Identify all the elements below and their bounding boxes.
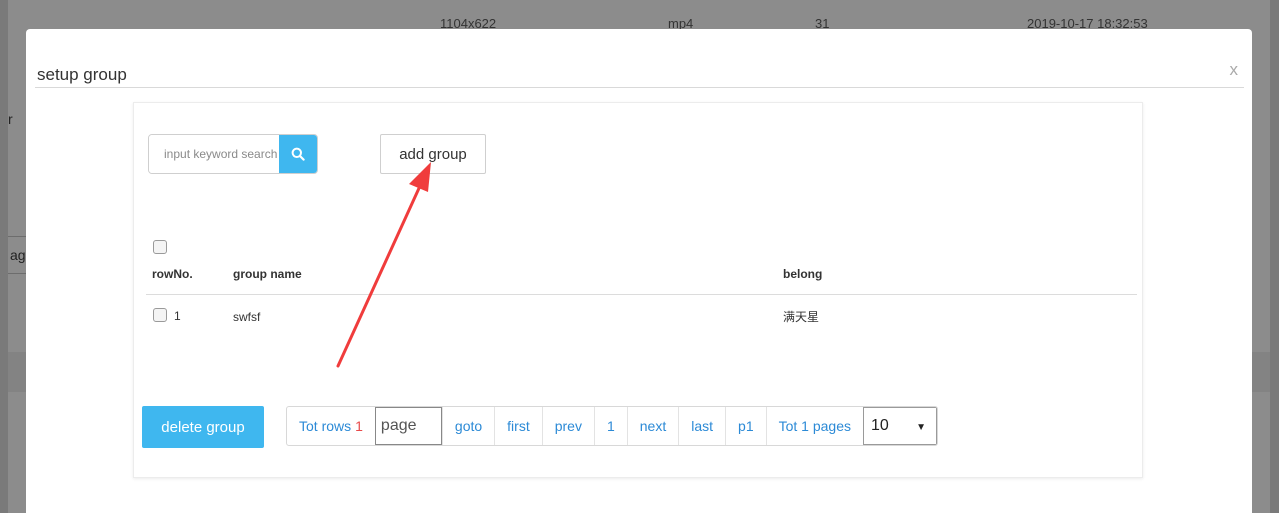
next-page-button[interactable]: next: [626, 407, 678, 445]
row-group-name: swfsf: [233, 310, 261, 324]
total-rows-value: 1: [355, 418, 363, 434]
table-row: 1 swfsf 满天星: [134, 307, 1142, 327]
prev-page-button[interactable]: prev: [541, 407, 594, 445]
total-rows-label: Tot rows: [299, 418, 352, 434]
row-belong: 满天星: [783, 310, 820, 324]
delete-group-button[interactable]: delete group: [142, 406, 264, 448]
first-page-button[interactable]: first: [494, 407, 542, 445]
pagination: Tot rows 1 goto first prev 1 next last p…: [286, 406, 938, 446]
search-input[interactable]: [149, 135, 279, 173]
search-box: [148, 134, 318, 174]
header-belong: belong: [783, 267, 823, 281]
close-icon[interactable]: x: [1230, 60, 1239, 80]
current-page-button[interactable]: 1: [593, 407, 627, 445]
row-checkbox[interactable]: [153, 308, 167, 322]
total-pages: Tot 1 pages: [765, 407, 863, 445]
modal-divider: [35, 87, 1244, 88]
modal-title: setup group: [37, 65, 127, 84]
add-group-button[interactable]: add group: [380, 134, 486, 174]
page-number-input[interactable]: [374, 407, 442, 445]
header-group-name: group name: [233, 267, 302, 281]
select-all-checkbox[interactable]: [153, 240, 167, 254]
page-size-value: 10: [871, 417, 889, 434]
bg-fragment-r: r: [8, 111, 13, 127]
page-size-select[interactable]: 10 ▼: [863, 407, 937, 445]
group-panel: add group rowNo. group name belong 1 swf…: [133, 102, 1143, 478]
search-icon: [291, 147, 305, 161]
row-number: 1: [174, 309, 181, 323]
setup-group-modal: setup group x add group rowNo. group nam…: [26, 29, 1252, 513]
last-page-button[interactable]: last: [678, 407, 725, 445]
goto-button[interactable]: goto: [441, 407, 494, 445]
background-row: 1104x622 mp4 31 2019-10-17 18:32:53: [8, 10, 1270, 31]
header-rowno: rowNo.: [152, 267, 193, 281]
total-rows: Tot rows 1: [287, 407, 375, 445]
caret-down-icon: ▼: [916, 422, 926, 433]
search-button[interactable]: [279, 135, 317, 173]
table-header-divider: [146, 294, 1137, 295]
page-indicator: p1: [725, 407, 766, 445]
